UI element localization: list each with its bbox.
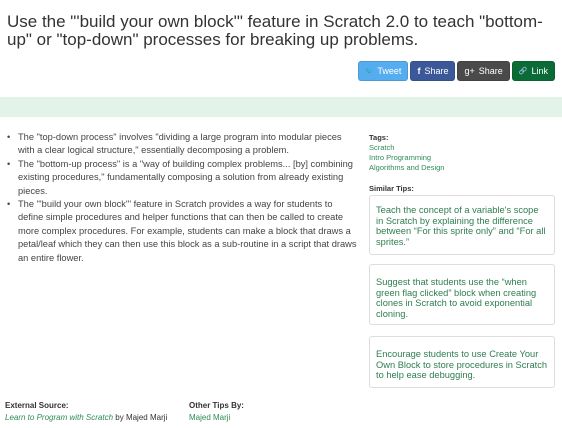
tag-link[interactable]: Algorithms and Design <box>369 163 555 173</box>
facebook-share-button[interactable]: f Share <box>410 61 456 81</box>
external-source-label: External Source: <box>5 401 69 410</box>
other-tips: Other Tips By: Majed Marji <box>189 400 244 424</box>
facebook-icon: f <box>417 66 421 76</box>
google-plus-icon: g+ <box>464 66 475 76</box>
other-tips-label: Other Tips By: <box>189 401 244 410</box>
similar-tips-label: Similar Tips: <box>369 184 414 193</box>
tag-link[interactable]: Scratch <box>369 143 555 153</box>
external-source: External Source: Learn to Program with S… <box>5 400 167 424</box>
page-title: Use the "'build your own block'" feature… <box>7 12 543 49</box>
link-icon: 🔗 <box>518 68 528 75</box>
source-link[interactable]: Learn to Program with Scratch <box>5 413 113 422</box>
google-share-button[interactable]: g+ Share <box>457 61 510 81</box>
link-button[interactable]: 🔗 Link <box>511 61 555 81</box>
tweet-button[interactable]: 🐦 Tweet <box>357 61 409 81</box>
similar-tip-card[interactable]: Teach the concept of a variable's scope … <box>369 195 555 255</box>
similar-tip-card[interactable]: Suggest that students use the “when gree… <box>369 264 555 325</box>
list-item: The "bottom-up process" is a "way of bui… <box>7 158 357 198</box>
author-link[interactable]: Majed Marji <box>189 413 230 422</box>
divider-band <box>0 97 562 117</box>
tag-link[interactable]: Intro Programming <box>369 153 555 163</box>
similar-tip-card[interactable]: Encourage students to use Create Your Ow… <box>369 336 555 388</box>
twitter-icon: 🐦 <box>364 68 374 75</box>
share-buttons: 🐦 Tweet f Share g+ Share 🔗 Link <box>357 61 555 81</box>
tip-bullets: The "top-down process" involves "dividin… <box>7 131 357 265</box>
list-item: The "'build your own block'" feature in … <box>7 198 357 265</box>
list-item: The "top-down process" involves "dividin… <box>7 131 357 158</box>
tags-label: Tags: <box>369 133 389 142</box>
source-author: by Majed Marji <box>113 413 168 422</box>
sidebar: Tags: Scratch Intro Programming Algorith… <box>369 133 555 388</box>
